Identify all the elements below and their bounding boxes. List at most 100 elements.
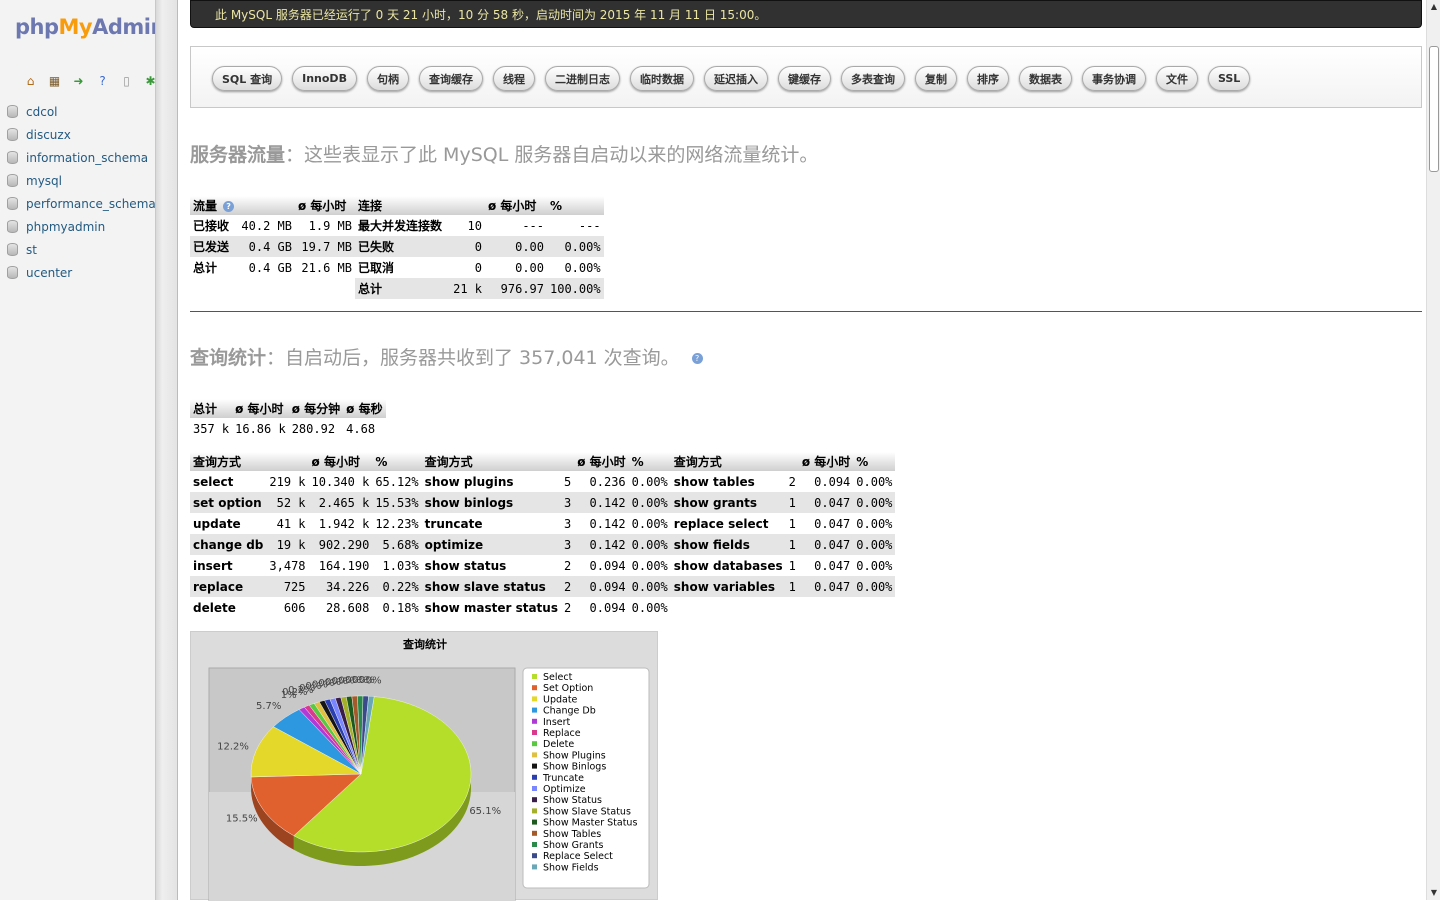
detail-header: % bbox=[628, 452, 671, 471]
status-tab[interactable]: SQL 查询 bbox=[212, 66, 283, 91]
phpmyadmin-logo[interactable]: phpMyAdmin bbox=[15, 15, 165, 39]
legend-swatch bbox=[532, 864, 537, 870]
legend-entry: Delete bbox=[543, 739, 574, 750]
legend-entry: Show Status bbox=[543, 795, 602, 806]
database-name[interactable]: performance_schema bbox=[26, 197, 156, 211]
status-tab[interactable]: 二进制日志 bbox=[544, 66, 620, 91]
detail-header: % bbox=[853, 452, 896, 471]
query-pct: 0.00% bbox=[628, 471, 671, 492]
summary-header: 总计 bbox=[190, 399, 233, 418]
query-count: 3,478 bbox=[266, 555, 309, 576]
query-pct: 15.53% bbox=[372, 492, 422, 513]
status-tab[interactable]: 多表查询 bbox=[840, 66, 905, 91]
query-per-hour: 0.142 bbox=[574, 534, 629, 555]
database-name[interactable]: discuzx bbox=[26, 128, 71, 142]
status-tab[interactable]: 事务协调 bbox=[1081, 66, 1146, 91]
query-per-hour: 2.465 k bbox=[308, 492, 373, 513]
query-count: 2 bbox=[560, 597, 575, 618]
status-tab[interactable]: 键缓存 bbox=[777, 66, 831, 91]
status-tab[interactable]: 复制 bbox=[914, 66, 957, 91]
query-per-hour: 0.094 bbox=[574, 555, 629, 576]
legend-swatch bbox=[532, 730, 537, 735]
query-type: show binlogs bbox=[421, 492, 561, 513]
query-type: show grants bbox=[670, 492, 786, 513]
traffic-table: 流量? ø 每小时 连接 ø 每小时 % 已接收 40.2 MB 1.9 MB 最大并… bbox=[190, 196, 604, 299]
status-tab[interactable]: InnoDB bbox=[292, 66, 357, 91]
database-item[interactable]: performance_schema bbox=[0, 192, 156, 215]
home-icon[interactable]: ⌂ bbox=[22, 72, 39, 89]
scroll-down-icon[interactable]: ▼ bbox=[1427, 886, 1440, 900]
empty-cell bbox=[853, 597, 896, 618]
database-name[interactable]: cdcol bbox=[26, 105, 58, 119]
database-item[interactable]: discuzx bbox=[0, 123, 156, 146]
connection-pct: 100.00% bbox=[547, 278, 604, 299]
query-count: 1 bbox=[785, 492, 799, 513]
pie-slice-label: 0% bbox=[366, 675, 382, 686]
settings-icon[interactable]: ▯ bbox=[118, 72, 135, 89]
status-tab[interactable]: 排序 bbox=[966, 66, 1009, 91]
docs-icon[interactable]: ? bbox=[94, 72, 111, 89]
query-pct: 0.00% bbox=[628, 513, 671, 534]
pie-slice-label: 12.2% bbox=[217, 741, 249, 752]
logout-icon[interactable]: ➜ bbox=[70, 72, 87, 89]
database-icon bbox=[7, 105, 18, 118]
connection-pct: 0.00% bbox=[547, 257, 604, 278]
query-type: set option bbox=[190, 492, 267, 513]
database-name[interactable]: mysql bbox=[26, 174, 62, 188]
query-pct: 0.00% bbox=[853, 534, 896, 555]
query-pct: 0.00% bbox=[853, 471, 896, 492]
status-tab[interactable]: 句柄 bbox=[366, 66, 409, 91]
legend-swatch bbox=[532, 786, 537, 791]
query-pct: 0.22% bbox=[372, 576, 422, 597]
query-pct: 0.00% bbox=[628, 534, 671, 555]
query-count: 1 bbox=[785, 534, 799, 555]
query-per-hour: 0.047 bbox=[798, 534, 854, 555]
legend-entry: Show Plugins bbox=[543, 750, 606, 761]
detail-header: 查询方式 bbox=[190, 452, 309, 471]
database-item[interactable]: cdcol bbox=[0, 100, 156, 123]
query-pct: 0.00% bbox=[853, 576, 896, 597]
legend-swatch bbox=[532, 685, 537, 691]
traffic-section-title: 服务器流量：这些表显示了此 MySQL 服务器自启动以来的网络流量统计。 bbox=[190, 144, 819, 166]
panel-resize-handle[interactable] bbox=[155, 0, 178, 900]
detail-header: ø 每小时 bbox=[798, 452, 854, 471]
query-pct: 0.00% bbox=[628, 492, 671, 513]
scroll-up-icon[interactable]: ▲ bbox=[1427, 0, 1440, 14]
database-name[interactable]: st bbox=[26, 243, 37, 257]
query-count: 52 k bbox=[266, 492, 309, 513]
database-item[interactable]: ucenter bbox=[0, 261, 156, 284]
database-item[interactable]: st bbox=[0, 238, 156, 261]
status-tab[interactable]: 数据表 bbox=[1018, 66, 1072, 91]
database-name[interactable]: information_schema bbox=[26, 151, 148, 165]
database-item[interactable]: mysql bbox=[0, 169, 156, 192]
help-icon[interactable]: ? bbox=[223, 201, 235, 212]
connection-label: 总计 bbox=[355, 278, 449, 299]
help-icon[interactable]: ? bbox=[691, 353, 703, 364]
database-name[interactable]: phpmyadmin bbox=[26, 220, 105, 234]
query-count: 1 bbox=[785, 555, 799, 576]
status-tab[interactable]: 延迟插入 bbox=[703, 66, 768, 91]
legend-entry: Show Binlogs bbox=[543, 762, 606, 773]
page-scrollbar[interactable]: ▲ ▼ bbox=[1426, 0, 1440, 900]
database-icon bbox=[7, 151, 18, 164]
legend-swatch bbox=[532, 674, 537, 679]
database-item[interactable]: information_schema bbox=[0, 146, 156, 169]
query-count: 606 bbox=[266, 597, 309, 618]
database-item[interactable]: phpmyadmin bbox=[0, 215, 156, 238]
status-tab[interactable]: 查询缓存 bbox=[418, 66, 483, 91]
query-per-hour: 28.608 bbox=[308, 597, 373, 618]
scroll-thumb[interactable] bbox=[1429, 46, 1439, 172]
status-tab[interactable]: SSL bbox=[1207, 66, 1251, 91]
query-per-hour: 0.236 bbox=[574, 471, 629, 492]
nav-icon-bar: ⌂ ▦ ➜ ? ▯ ✱ bbox=[22, 72, 159, 89]
status-tab[interactable]: 文件 bbox=[1155, 66, 1198, 91]
traffic-row: 总计 21 k 976.97 100.00% bbox=[190, 278, 604, 299]
status-tab[interactable]: 临时数据 bbox=[629, 66, 694, 91]
query-pct: 0.00% bbox=[853, 555, 896, 576]
connection-per-hour: 976.97 bbox=[485, 278, 547, 299]
database-name[interactable]: ucenter bbox=[26, 266, 72, 280]
detail-header: 查询方式 bbox=[670, 452, 799, 471]
sql-window-icon[interactable]: ▦ bbox=[46, 72, 63, 89]
legend-entry: Replace Select bbox=[543, 851, 613, 862]
status-tab[interactable]: 线程 bbox=[492, 66, 535, 91]
